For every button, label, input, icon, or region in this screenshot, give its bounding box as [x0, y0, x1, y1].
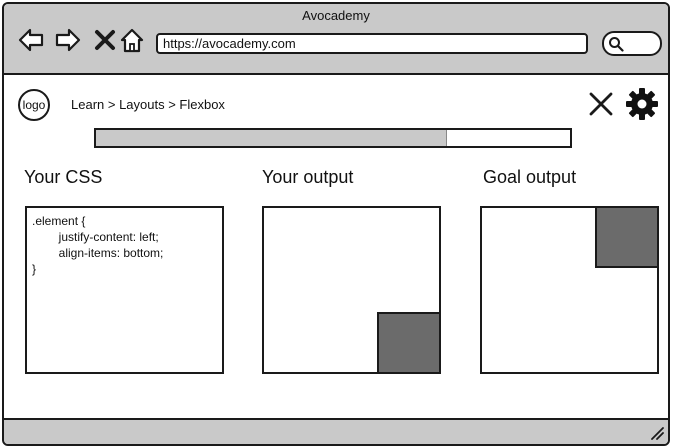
- back-arrow-icon[interactable]: [17, 26, 45, 54]
- home-icon[interactable]: [118, 26, 146, 54]
- goal-output-title: Goal output: [483, 167, 577, 187]
- your-output-title: Your output: [262, 167, 354, 187]
- goal-output-element: [595, 206, 659, 268]
- browser-window: Avocademy https://avocademy.com logo Lea…: [2, 2, 670, 446]
- stop-icon[interactable]: [91, 26, 119, 54]
- resize-grip-icon[interactable]: [650, 426, 664, 440]
- breadcrumb[interactable]: Learn > Layouts > Flexbox: [71, 97, 225, 112]
- url-input[interactable]: https://avocademy.com: [156, 33, 588, 54]
- your-output-element: [377, 312, 441, 374]
- window-title: Avocademy: [302, 8, 370, 23]
- browser-search-field[interactable]: [602, 31, 662, 56]
- progress-fill: [96, 130, 447, 146]
- css-code-text[interactable]: .element { justify-content: left; align-…: [27, 208, 222, 277]
- goal-output-panel: [480, 206, 659, 374]
- your-output-panel: [262, 206, 441, 374]
- logo: logo: [18, 89, 50, 121]
- search-icon: [609, 37, 624, 52]
- close-icon[interactable]: [588, 91, 614, 117]
- browser-chrome: Avocademy https://avocademy.com: [4, 4, 668, 75]
- forward-arrow-icon[interactable]: [54, 26, 82, 54]
- gear-icon[interactable]: [625, 87, 659, 121]
- status-bar: [4, 418, 668, 444]
- your-css-title: Your CSS: [24, 167, 103, 187]
- css-editor[interactable]: .element { justify-content: left; align-…: [25, 206, 224, 374]
- progress-bar: [94, 128, 572, 148]
